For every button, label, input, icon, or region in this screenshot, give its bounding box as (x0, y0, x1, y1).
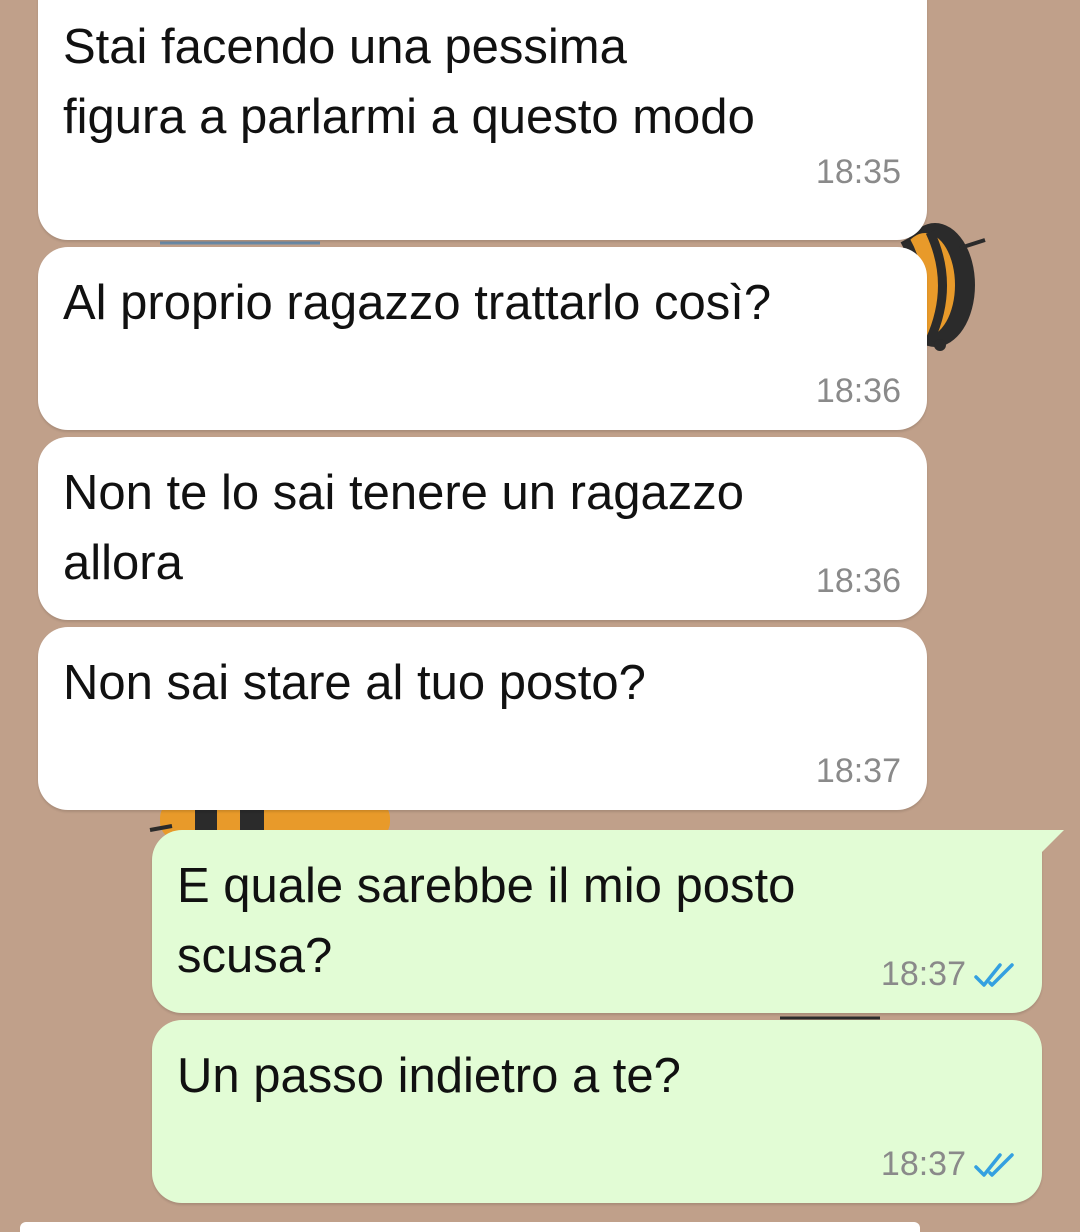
message-timestamp: 18:36 (815, 372, 901, 410)
message-meta: 18:37 (881, 1145, 1016, 1184)
message-text: Non sai stare al tuo posto? (63, 656, 646, 710)
outgoing-message-bubble[interactable]: E quale sarebbe il mio posto scusa? 18:3… (152, 830, 1064, 1013)
bubble-tail-icon (1024, 830, 1064, 860)
message-text: Non te lo sai tenere un ragazzo allora (63, 466, 744, 590)
message-timestamp: 18:37 (880, 955, 966, 993)
incoming-message-bubble[interactable]: Non te lo sai tenere un ragazzo allora 1… (38, 437, 927, 620)
message-meta: 18:35 (816, 153, 901, 192)
message-text: Un passo indietro a te? (177, 1049, 681, 1103)
incoming-message-bubble[interactable]: Stai facendo una pessima figura a parlar… (38, 0, 927, 240)
message-meta: 18:36 (816, 372, 901, 411)
incoming-message-bubble[interactable]: Non sai stare al tuo posto? 18:37 (38, 627, 927, 810)
next-message-edge (20, 1222, 920, 1232)
message-timestamp: 18:36 (815, 562, 901, 600)
message-meta: 18:37 (816, 752, 901, 791)
message-timestamp: 18:37 (880, 1145, 966, 1183)
outgoing-message-bubble[interactable]: Un passo indietro a te? 18:37 (152, 1020, 1042, 1203)
message-timestamp: 18:35 (815, 153, 901, 191)
incoming-message-bubble[interactable]: Al proprio ragazzo trattarlo così? 18:36 (38, 247, 927, 430)
double-check-read-icon (974, 1152, 1014, 1177)
message-meta: 18:36 (816, 562, 901, 601)
message-text: Al proprio ragazzo trattarlo così? (63, 276, 772, 330)
message-meta: 18:37 (881, 955, 1016, 994)
double-check-read-icon (974, 962, 1014, 987)
message-timestamp: 18:37 (815, 752, 901, 790)
message-text: Stai facendo una pessima figura a parlar… (63, 20, 755, 144)
